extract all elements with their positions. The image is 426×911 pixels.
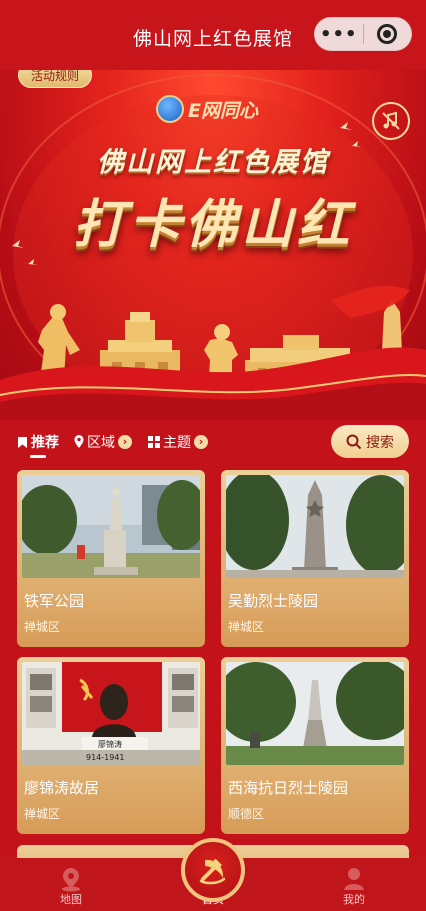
tabbar-label: 我的 [343, 893, 365, 906]
close-mini-program-button[interactable] [363, 24, 411, 44]
active-tab-indicator [30, 455, 46, 458]
search-button[interactable]: 搜索 [331, 425, 409, 458]
tab-label: 主题 [163, 435, 191, 451]
tab-label: 推荐 [31, 435, 59, 451]
tab-label: 区域 [87, 435, 115, 451]
music-off-icon [382, 111, 400, 130]
site-card[interactable]: 西海抗日烈士陵园 顺德区 [221, 657, 409, 834]
mini-program-capsule: ••• [314, 17, 412, 51]
photo-caption-years: 914-1941 [86, 753, 125, 762]
site-name: 廖锦涛故居 [24, 779, 100, 797]
site-card[interactable]: 廖锦涛 914-1941 廖锦涛故居 禅城区 [17, 657, 205, 834]
site-name: 铁军公园 [24, 592, 85, 610]
nav-bar: 佛山网上红色展馆 ••• [0, 0, 426, 70]
photo-caption-name: 廖锦涛 [98, 740, 122, 749]
bookmark-icon [17, 436, 28, 449]
site-district: 禅城区 [24, 620, 61, 634]
site-photo [226, 662, 404, 765]
more-menu-button[interactable]: ••• [315, 24, 363, 45]
site-card[interactable]: 铁军公园 禅城区 [17, 470, 205, 647]
logo-text: E网同心 [188, 99, 258, 122]
chevron-right-icon: › [118, 435, 132, 449]
site-card[interactable]: 吴勤烈士陵园 禅城区 [221, 470, 409, 647]
tab-recommend[interactable]: 推荐 [17, 432, 59, 452]
site-district: 禅城区 [228, 620, 265, 634]
tabbar-label: 地图 [60, 893, 82, 906]
site-photo [22, 475, 200, 578]
hero-banner: 活动规则 E网同心 佛山网上红色展馆 打卡佛山红 [0, 50, 426, 420]
banner-subtitle: 佛山网上红色展馆 [97, 147, 329, 178]
site-name: 西海抗日烈士陵园 [228, 779, 349, 797]
search-label: 搜索 [366, 434, 394, 451]
tab-theme[interactable]: 主题 › [148, 432, 208, 452]
e-wang-tongxin-logo: E网同心 [156, 94, 258, 124]
logo-badge-icon [156, 95, 184, 123]
banner-main-title: 打卡佛山红 [72, 195, 353, 255]
site-photo: 廖锦涛 914-1941 [22, 662, 200, 765]
tab-region[interactable]: 区域 › [74, 432, 132, 452]
location-pin-icon [74, 435, 84, 449]
tabbar-item-map[interactable]: 地图 [31, 858, 111, 911]
tabbar-item-mine[interactable]: 我的 [314, 858, 394, 911]
map-pin-icon [62, 868, 80, 892]
user-icon [344, 868, 364, 890]
site-district: 禅城区 [24, 807, 61, 821]
search-icon [346, 434, 362, 449]
site-photo [226, 475, 404, 578]
chevron-right-icon: › [194, 435, 208, 449]
close-icon [377, 24, 398, 44]
music-toggle-button[interactable] [372, 102, 410, 140]
home-button[interactable] [181, 838, 245, 902]
grid-icon [148, 436, 160, 448]
hammer-sickle-icon [199, 858, 226, 885]
site-name: 吴勤烈士陵园 [228, 592, 319, 610]
site-district: 顺德区 [228, 807, 265, 821]
